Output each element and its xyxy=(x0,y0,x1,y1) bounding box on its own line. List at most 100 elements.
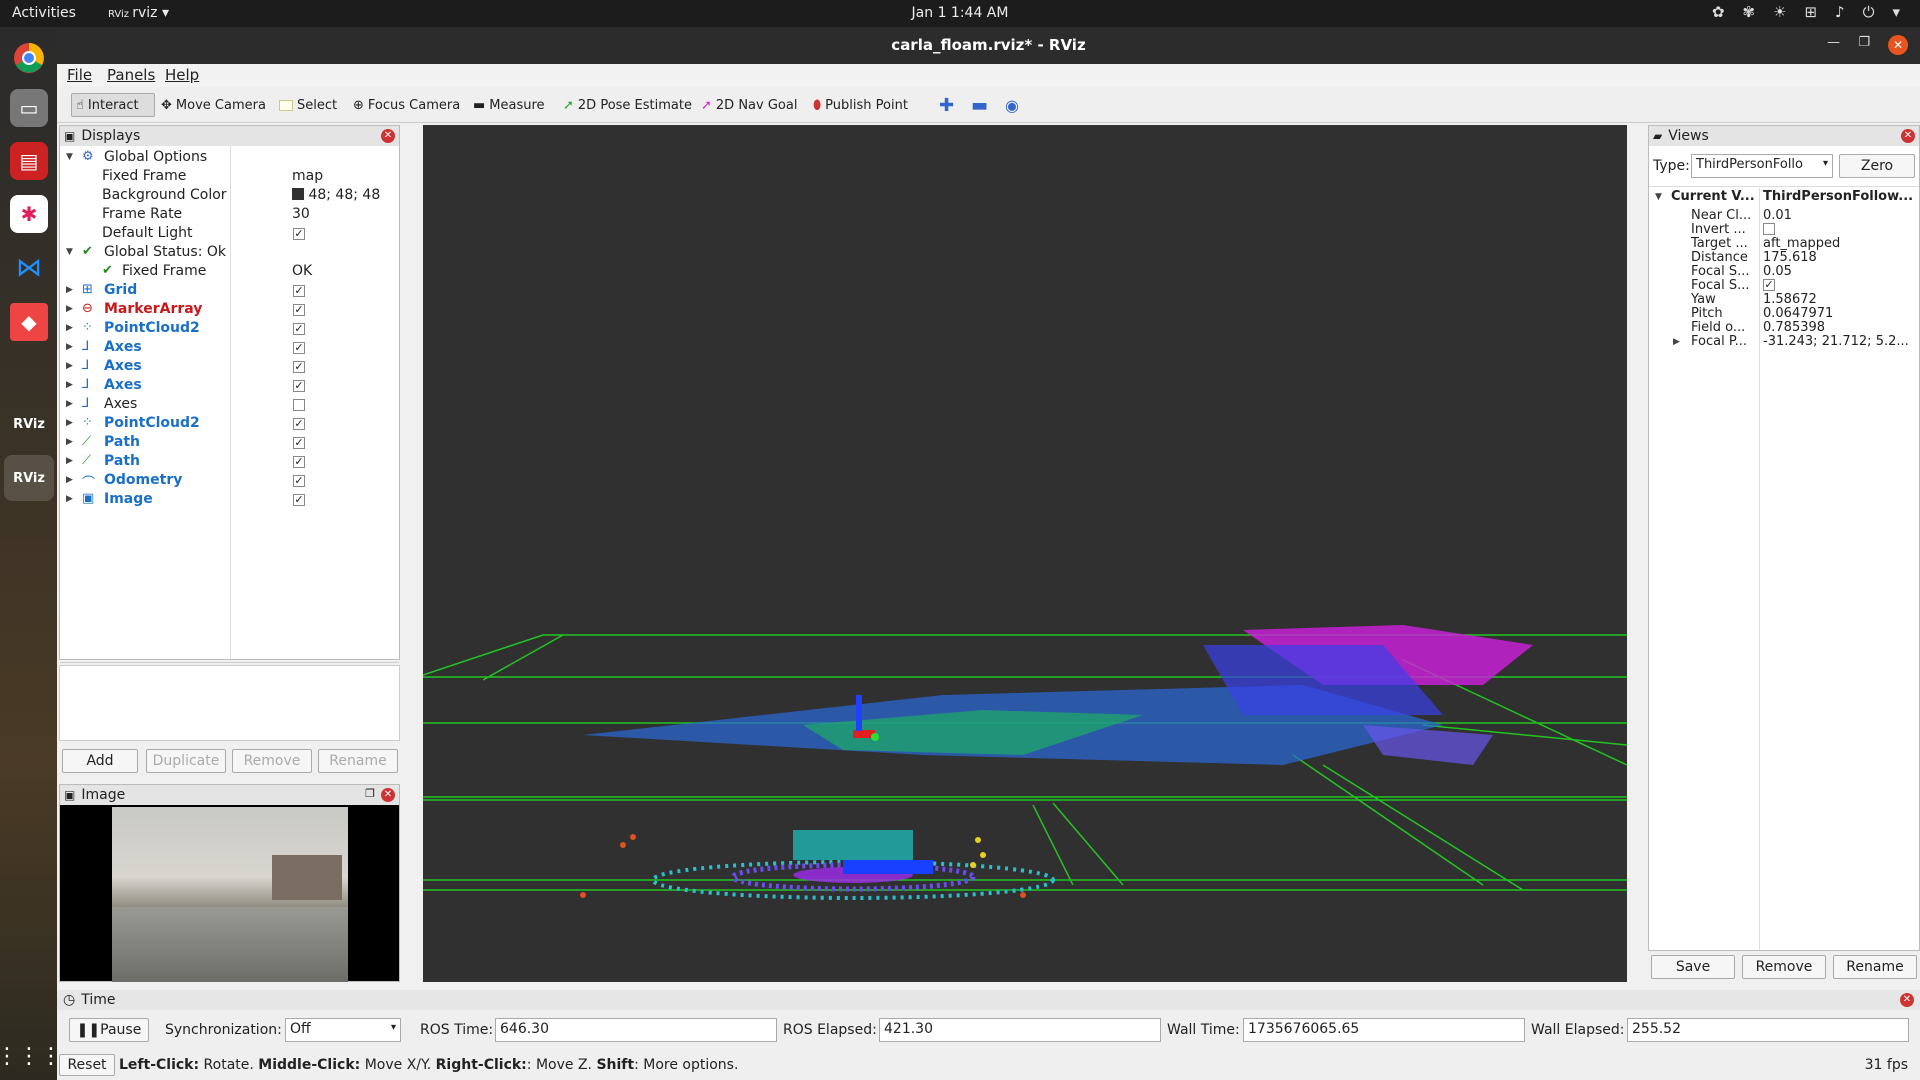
display-item-checkbox[interactable]: ✓ xyxy=(293,418,305,430)
volume-icon[interactable]: ♪ xyxy=(1835,3,1845,21)
display-item-checkbox[interactable] xyxy=(293,399,305,411)
display-item-checkbox[interactable]: ✓ xyxy=(293,342,305,354)
expand-arrow-icon[interactable]: ▶ xyxy=(66,304,73,314)
display-item-checkbox[interactable]: ✓ xyxy=(293,361,305,373)
expand-arrow-icon[interactable]: ▶ xyxy=(66,494,73,504)
zero-button[interactable]: Zero xyxy=(1839,154,1915,178)
fixed-frame-value[interactable]: map xyxy=(292,168,323,184)
power-icon[interactable]: ⏻ xyxy=(1863,3,1875,21)
rviz-icon-active[interactable]: RViz xyxy=(4,455,54,501)
view-property-checkbox[interactable]: ✓ xyxy=(1763,279,1775,291)
hint-text-3: : Move Z. xyxy=(526,1057,597,1073)
view-property-value[interactable]: 0.785398 xyxy=(1763,320,1825,335)
description-area xyxy=(59,665,400,741)
view-property-value[interactable]: 1.58672 xyxy=(1763,292,1817,307)
pause-button[interactable]: ❚❚Pause xyxy=(69,1018,149,1042)
view-property-value[interactable]: 0.05 xyxy=(1763,264,1792,279)
menu-help[interactable]: Help xyxy=(165,66,199,84)
chevron-down-icon[interactable]: ▾ xyxy=(1892,3,1900,21)
paw-icon[interactable]: ✿ xyxy=(1712,3,1725,21)
clock[interactable]: Jan 1 1:44 AM xyxy=(0,5,1920,21)
expand-arrow-icon[interactable]: ▶ xyxy=(66,323,73,333)
menu-file[interactable]: File xyxy=(67,66,92,84)
view-type-select[interactable]: ThirdPersonFollo ▾ xyxy=(1691,154,1833,178)
display-item-checkbox[interactable]: ✓ xyxy=(293,304,305,316)
background-color-value[interactable]: 48; 48; 48 xyxy=(292,187,380,203)
wall-elapsed-field[interactable]: 255.52 xyxy=(1627,1018,1909,1042)
sync-select[interactable]: Off ▾ xyxy=(285,1018,401,1042)
close-button[interactable]: ✕ xyxy=(1888,35,1908,55)
expand-arrow-icon[interactable]: ▶ xyxy=(66,342,73,352)
view-property-value[interactable]: 175.618 xyxy=(1763,250,1817,265)
3d-view[interactable]: ◂ xyxy=(423,125,1627,982)
image-close-icon[interactable]: ✕ xyxy=(381,788,395,802)
system-tray[interactable]: ✿ ✾ ☀ ⊞ ♪ ⏻ ▾ xyxy=(1712,3,1900,21)
display-item-checkbox[interactable]: ✓ xyxy=(293,456,305,468)
status-icon[interactable]: ✾ xyxy=(1742,3,1755,21)
view-property-checkbox[interactable] xyxy=(1763,223,1775,235)
ros-time-field[interactable]: 646.30 xyxy=(495,1018,777,1042)
image-icon: ▣ xyxy=(64,788,76,802)
views-close-icon[interactable]: ✕ xyxy=(1901,129,1915,143)
measure-button[interactable]: ▬ Measure xyxy=(469,93,549,117)
nav-goal-button[interactable]: ➚ 2D Nav Goal xyxy=(697,93,801,117)
view-property-value[interactable]: 0.01 xyxy=(1763,208,1792,223)
float-icon[interactable]: ❐ xyxy=(365,787,375,800)
display-item-checkbox[interactable]: ✓ xyxy=(293,494,305,506)
frame-rate-value[interactable]: 30 xyxy=(292,206,310,222)
ros-elapsed-field[interactable]: 421.30 xyxy=(879,1018,1161,1042)
menu-panels[interactable]: Panels xyxy=(107,66,155,84)
display-item-checkbox[interactable]: ✓ xyxy=(293,380,305,392)
display-item-checkbox[interactable]: ✓ xyxy=(293,323,305,335)
select-button[interactable]: Select xyxy=(275,93,341,117)
reset-button[interactable]: Reset xyxy=(59,1054,115,1076)
chrome-icon[interactable] xyxy=(10,39,48,77)
view-property-value[interactable]: 0.0647971 xyxy=(1763,306,1833,321)
display-item-checkbox[interactable]: ✓ xyxy=(293,437,305,449)
rename-display-button[interactable]: Rename xyxy=(318,749,398,773)
git-icon[interactable]: ◆ xyxy=(10,303,48,341)
rename-view-button[interactable]: Rename xyxy=(1833,955,1917,979)
wall-time-field[interactable]: 1735676065.65 xyxy=(1243,1018,1525,1042)
time-close-icon[interactable]: ✕ xyxy=(1900,993,1914,1007)
add-display-button[interactable]: Add xyxy=(62,749,138,773)
save-view-button[interactable]: Save xyxy=(1651,955,1735,979)
remove-tool-icon[interactable]: ▬ xyxy=(967,93,992,117)
move-camera-button[interactable]: ✥ Move Camera xyxy=(157,93,270,117)
show-apps-icon[interactable]: ⋮⋮⋮ xyxy=(0,1037,62,1075)
slack-icon[interactable]: ✱ xyxy=(10,195,48,233)
publish-point-button[interactable]: ⬮ Publish Point xyxy=(809,93,912,117)
minimize-button[interactable]: — xyxy=(1827,35,1840,50)
brightness-icon[interactable]: ☀ xyxy=(1773,3,1786,21)
add-tool-icon[interactable]: ✚ xyxy=(935,93,958,117)
remove-display-button[interactable]: Remove xyxy=(232,749,312,773)
rviz-icon[interactable]: RViz xyxy=(10,405,48,443)
vscode-icon[interactable]: ⋈ xyxy=(10,249,48,287)
expand-arrow-icon[interactable]: ▶ xyxy=(66,437,73,447)
network-icon[interactable]: ⊞ xyxy=(1804,3,1817,21)
expand-arrow-icon[interactable]: ▶ xyxy=(66,456,73,466)
display-item-checkbox[interactable]: ✓ xyxy=(293,475,305,487)
expand-arrow-icon[interactable]: ▶ xyxy=(66,285,73,295)
displays-close-icon[interactable]: ✕ xyxy=(381,129,395,143)
expand-arrow-icon[interactable]: ▶ xyxy=(66,399,73,409)
app-icon[interactable]: ▤ xyxy=(10,142,48,180)
expand-arrow-icon[interactable]: ▶ xyxy=(66,380,73,390)
eye-icon[interactable]: ◉ xyxy=(1001,93,1023,117)
duplicate-display-button[interactable]: Duplicate xyxy=(146,749,226,773)
view-property-value[interactable]: aft_mapped xyxy=(1763,236,1840,251)
expand-arrow-icon[interactable]: ▶ xyxy=(1673,337,1680,347)
expand-arrow-icon[interactable]: ▶ xyxy=(66,361,73,371)
pose-estimate-button[interactable]: ➚ 2D Pose Estimate xyxy=(559,93,696,117)
interact-button[interactable]: ☝ Interact xyxy=(71,93,155,117)
expand-arrow-icon[interactable]: ▶ xyxy=(66,418,73,428)
default-light-checkbox[interactable]: ✓ xyxy=(293,228,305,240)
fps-counter: 31 fps xyxy=(1864,1057,1908,1073)
focus-camera-button[interactable]: ⊕ Focus Camera xyxy=(349,93,464,117)
files-icon[interactable]: ▭ xyxy=(10,89,48,127)
view-property-value[interactable]: -31.243; 21.712; 5.2... xyxy=(1763,334,1909,349)
display-item-checkbox[interactable]: ✓ xyxy=(293,285,305,297)
maximize-button[interactable]: ❐ xyxy=(1858,35,1870,50)
expand-arrow-icon[interactable]: ▶ xyxy=(66,475,73,485)
remove-view-button[interactable]: Remove xyxy=(1742,955,1826,979)
